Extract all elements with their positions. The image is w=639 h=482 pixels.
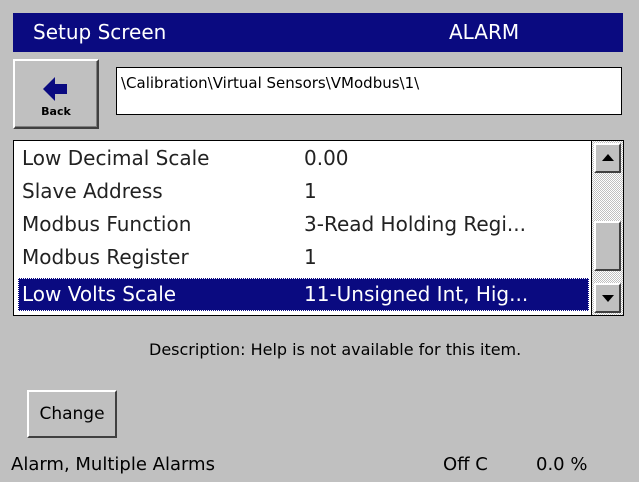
- arrow-up-icon: [602, 154, 614, 161]
- scroll-down-button[interactable]: [594, 283, 621, 313]
- list-item-label: Slave Address: [22, 179, 163, 203]
- list-item-value: 3-Read Holding Regi...: [304, 212, 526, 236]
- list-item-label: Low Decimal Scale: [22, 146, 210, 170]
- status-alarm-text: Alarm, Multiple Alarms: [11, 454, 215, 475]
- settings-list: Low Decimal Scale 0.00 Slave Address 1 M…: [13, 140, 592, 316]
- title-bar: Setup Screen ALARM: [13, 13, 623, 52]
- list-item-value: 1: [304, 245, 317, 269]
- list-item-value: 11-Unsigned Int, Hig...: [304, 282, 529, 306]
- screen-title: Setup Screen: [33, 20, 167, 44]
- scrollbar-thumb[interactable]: [594, 221, 621, 271]
- status-temperature: Off C: [443, 454, 488, 475]
- back-button-label: Back: [41, 105, 71, 118]
- scroll-up-button[interactable]: [594, 143, 621, 173]
- arrow-down-icon: [602, 295, 614, 302]
- status-percent: 0.0 %: [536, 454, 588, 475]
- list-scrollbar[interactable]: [592, 140, 624, 316]
- list-item[interactable]: Modbus Register 1: [18, 241, 589, 274]
- list-item[interactable]: Low Decimal Scale 0.00: [18, 142, 589, 175]
- list-item[interactable]: Modbus Function 3-Read Holding Regi...: [18, 208, 589, 241]
- list-item-label: Modbus Function: [22, 212, 192, 236]
- list-item-label: Modbus Register: [22, 245, 189, 269]
- list-item-selected[interactable]: Low Volts Scale 11-Unsigned Int, Hig...: [18, 278, 589, 311]
- change-button[interactable]: Change: [27, 390, 117, 438]
- alarm-status: ALARM: [449, 20, 520, 44]
- arrow-left-icon: [43, 77, 67, 101]
- list-item[interactable]: Slave Address 1: [18, 175, 589, 208]
- description-text: Description: Help is not available for t…: [149, 340, 522, 359]
- list-item-value: 0.00: [304, 146, 349, 170]
- back-button[interactable]: Back: [13, 59, 99, 129]
- path-field: \Calibration\Virtual Sensors\VModbus\1\: [116, 67, 622, 115]
- list-item-value: 1: [304, 179, 317, 203]
- list-item-label: Low Volts Scale: [22, 282, 177, 306]
